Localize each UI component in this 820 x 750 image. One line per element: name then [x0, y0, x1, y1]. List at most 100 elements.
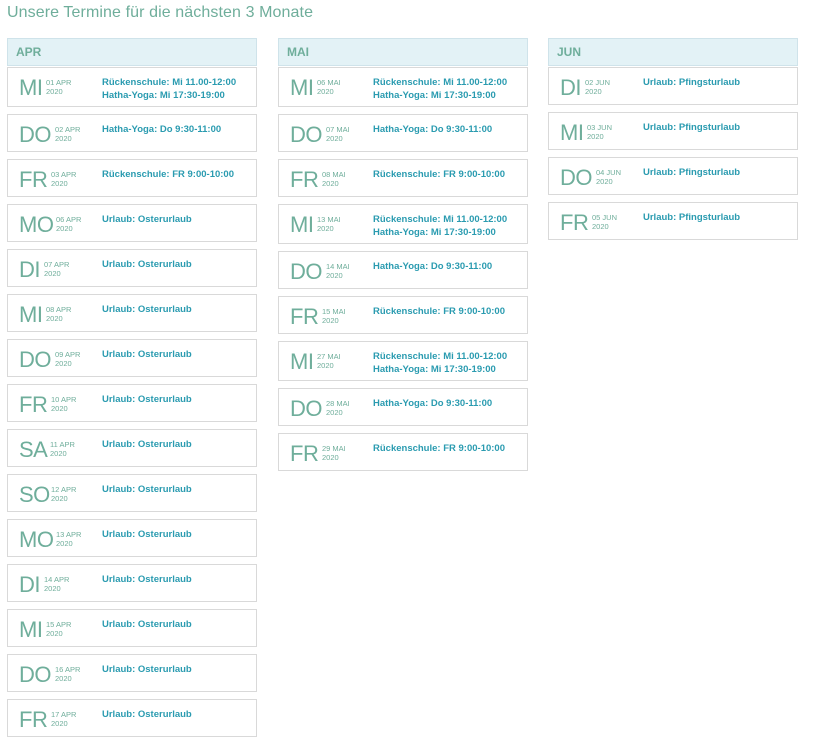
event-entry[interactable]: FR 15 MAI 2020 Rückenschule: FR 9:00-10:00 — [278, 296, 528, 334]
date-label: 17 APR — [51, 710, 77, 719]
event-description: Rückenschule: Mi 11.00-12:00 Hatha-Yoga: … — [373, 76, 507, 102]
event-line[interactable]: Hatha-Yoga: Do 9:30-11:00 — [102, 123, 221, 136]
event-line[interactable]: Hatha-Yoga: Do 9:30-11:00 — [373, 260, 492, 273]
event-entry[interactable]: FR 10 APR 2020 Urlaub: Osterurlaub — [7, 384, 257, 422]
year-label: 2020 — [56, 539, 73, 548]
event-description: Hatha-Yoga: Do 9:30-11:00 — [373, 123, 492, 136]
event-entry[interactable]: MI 01 APR 2020 Rückenschule: Mi 11.00-12:00… — [7, 67, 257, 107]
weekday-label: MI — [290, 212, 314, 237]
event-entry[interactable]: FR 03 APR 2020 Rückenschule: FR 9:00-10:00 — [7, 159, 257, 197]
date-label: 11 APR — [50, 440, 75, 449]
weekday-label: MI — [19, 75, 43, 100]
event-entry[interactable]: DO 28 MAI 2020 Hatha-Yoga: Do 9:30-11:00 — [278, 388, 528, 426]
year-label: 2020 — [55, 674, 72, 683]
event-description: Urlaub: Osterurlaub — [102, 663, 192, 676]
event-line[interactable]: Rückenschule: FR 9:00-10:00 — [102, 168, 234, 181]
event-entry[interactable]: MI 15 APR 2020 Urlaub: Osterurlaub — [7, 609, 257, 647]
year-label: 2020 — [322, 453, 339, 462]
event-line[interactable]: Urlaub: Pfingsturlaub — [643, 211, 740, 224]
event-line[interactable]: Urlaub: Osterurlaub — [102, 258, 192, 271]
event-entry[interactable]: MO 13 APR 2020 Urlaub: Osterurlaub — [7, 519, 257, 557]
year-label: 2020 — [317, 224, 334, 233]
event-entry[interactable]: MI 03 JUN 2020 Urlaub: Pfingsturlaub — [548, 112, 798, 150]
event-line[interactable]: Urlaub: Pfingsturlaub — [643, 76, 740, 89]
event-entry[interactable]: SA 11 APR 2020 Urlaub: Osterurlaub — [7, 429, 257, 467]
month-column-mai: MAI MI 06 MAI 2020 Rückenschule: Mi 11.00-12… — [278, 38, 528, 478]
event-line[interactable]: Rückenschule: Mi 11.00-12:00 — [373, 213, 507, 226]
event-line[interactable]: Urlaub: Pfingsturlaub — [643, 121, 740, 134]
event-entry[interactable]: MI 13 MAI 2020 Rückenschule: Mi 11.00-12:00… — [278, 204, 528, 244]
event-line[interactable]: Urlaub: Pfingsturlaub — [643, 166, 740, 179]
month-header: JUN — [548, 38, 798, 66]
date-label: 10 APR — [51, 395, 77, 404]
event-entry[interactable]: DO 07 MAI 2020 Hatha-Yoga: Do 9:30-11:00 — [278, 114, 528, 152]
event-line[interactable]: Urlaub: Osterurlaub — [102, 438, 192, 451]
event-line[interactable]: Urlaub: Osterurlaub — [102, 393, 192, 406]
event-entry[interactable]: DI 02 JUN 2020 Urlaub: Pfingsturlaub — [548, 67, 798, 105]
event-entry[interactable]: DI 14 APR 2020 Urlaub: Osterurlaub — [7, 564, 257, 602]
weekday-label: DO — [19, 662, 52, 687]
event-entry[interactable]: FR 08 MAI 2020 Rückenschule: FR 9:00-10:00 — [278, 159, 528, 197]
event-line[interactable]: Urlaub: Osterurlaub — [102, 618, 192, 631]
event-entry[interactable]: DO 04 JUN 2020 Urlaub: Pfingsturlaub — [548, 157, 798, 195]
event-line[interactable]: Urlaub: Osterurlaub — [102, 348, 192, 361]
year-label: 2020 — [56, 224, 73, 233]
weekday-label: DO — [19, 347, 52, 372]
event-line[interactable]: Urlaub: Osterurlaub — [102, 663, 192, 676]
date-label: 16 APR — [55, 665, 81, 674]
event-line[interactable]: Urlaub: Osterurlaub — [102, 573, 192, 586]
event-entry[interactable]: DI 07 APR 2020 Urlaub: Osterurlaub — [7, 249, 257, 287]
event-line[interactable]: Hatha-Yoga: Do 9:30-11:00 — [373, 397, 492, 410]
event-line[interactable]: Rückenschule: FR 9:00-10:00 — [373, 168, 505, 181]
event-entry[interactable]: MO 06 APR 2020 Urlaub: Osterurlaub — [7, 204, 257, 242]
page-title: Unsere Termine für die nächsten 3 Monate — [7, 4, 314, 21]
event-description: Urlaub: Osterurlaub — [102, 303, 192, 316]
event-entry[interactable]: MI 08 APR 2020 Urlaub: Osterurlaub — [7, 294, 257, 332]
event-line[interactable]: Hatha-Yoga: Mi 17:30-19:00 — [102, 89, 236, 102]
year-label: 2020 — [322, 179, 339, 188]
date-label: 14 MAI — [326, 262, 350, 271]
year-label: 2020 — [55, 359, 72, 368]
event-description: Rückenschule: FR 9:00-10:00 — [373, 305, 505, 318]
event-line[interactable]: Rückenschule: Mi 11.00-12:00 — [373, 350, 507, 363]
weekday-label: MO — [19, 212, 54, 237]
event-line[interactable]: Rückenschule: Mi 11.00-12:00 — [373, 76, 507, 89]
event-entry[interactable]: SO 12 APR 2020 Urlaub: Osterurlaub — [7, 474, 257, 512]
event-line[interactable]: Urlaub: Osterurlaub — [102, 483, 192, 496]
event-line[interactable]: Hatha-Yoga: Mi 17:30-19:00 — [373, 89, 507, 102]
event-line[interactable]: Urlaub: Osterurlaub — [102, 303, 192, 316]
year-label: 2020 — [592, 222, 609, 231]
event-line[interactable]: Hatha-Yoga: Mi 17:30-19:00 — [373, 226, 507, 239]
event-line[interactable]: Hatha-Yoga: Mi 17:30-19:00 — [373, 363, 507, 376]
event-entry[interactable]: DO 14 MAI 2020 Hatha-Yoga: Do 9:30-11:00 — [278, 251, 528, 289]
event-description: Urlaub: Osterurlaub — [102, 438, 192, 451]
year-label: 2020 — [587, 132, 604, 141]
year-label: 2020 — [326, 134, 343, 143]
event-description: Urlaub: Osterurlaub — [102, 393, 192, 406]
event-description: Urlaub: Pfingsturlaub — [643, 76, 740, 89]
event-entry[interactable]: FR 29 MAI 2020 Rückenschule: FR 9:00-10:00 — [278, 433, 528, 471]
event-entry[interactable]: DO 02 APR 2020 Hatha-Yoga: Do 9:30-11:00 — [7, 114, 257, 152]
weekday-label: DO — [290, 396, 323, 421]
weekday-label: SO — [19, 482, 50, 507]
event-line[interactable]: Urlaub: Osterurlaub — [102, 708, 192, 721]
event-entry[interactable]: FR 17 APR 2020 Urlaub: Osterurlaub — [7, 699, 257, 737]
event-description: Rückenschule: FR 9:00-10:00 — [373, 168, 505, 181]
event-entry[interactable]: MI 27 MAI 2020 Rückenschule: Mi 11.00-12:00… — [278, 341, 528, 381]
date-label: 12 APR — [51, 485, 77, 494]
event-line[interactable]: Hatha-Yoga: Do 9:30-11:00 — [373, 123, 492, 136]
event-entry[interactable]: MI 06 MAI 2020 Rückenschule: Mi 11.00-12:00… — [278, 67, 528, 107]
weekday-label: MI — [560, 120, 584, 145]
event-entry[interactable]: DO 16 APR 2020 Urlaub: Osterurlaub — [7, 654, 257, 692]
event-line[interactable]: Urlaub: Osterurlaub — [102, 528, 192, 541]
date-label: 08 APR — [46, 305, 72, 314]
event-line[interactable]: Urlaub: Osterurlaub — [102, 213, 192, 226]
event-line[interactable]: Rückenschule: FR 9:00-10:00 — [373, 442, 505, 455]
weekday-label: MI — [19, 617, 43, 642]
weekday-label: DI — [560, 75, 582, 100]
weekday-label: MI — [290, 349, 314, 374]
event-line[interactable]: Rückenschule: FR 9:00-10:00 — [373, 305, 505, 318]
event-entry[interactable]: FR 05 JUN 2020 Urlaub: Pfingsturlaub — [548, 202, 798, 240]
event-line[interactable]: Rückenschule: Mi 11.00-12:00 — [102, 76, 236, 89]
event-entry[interactable]: DO 09 APR 2020 Urlaub: Osterurlaub — [7, 339, 257, 377]
